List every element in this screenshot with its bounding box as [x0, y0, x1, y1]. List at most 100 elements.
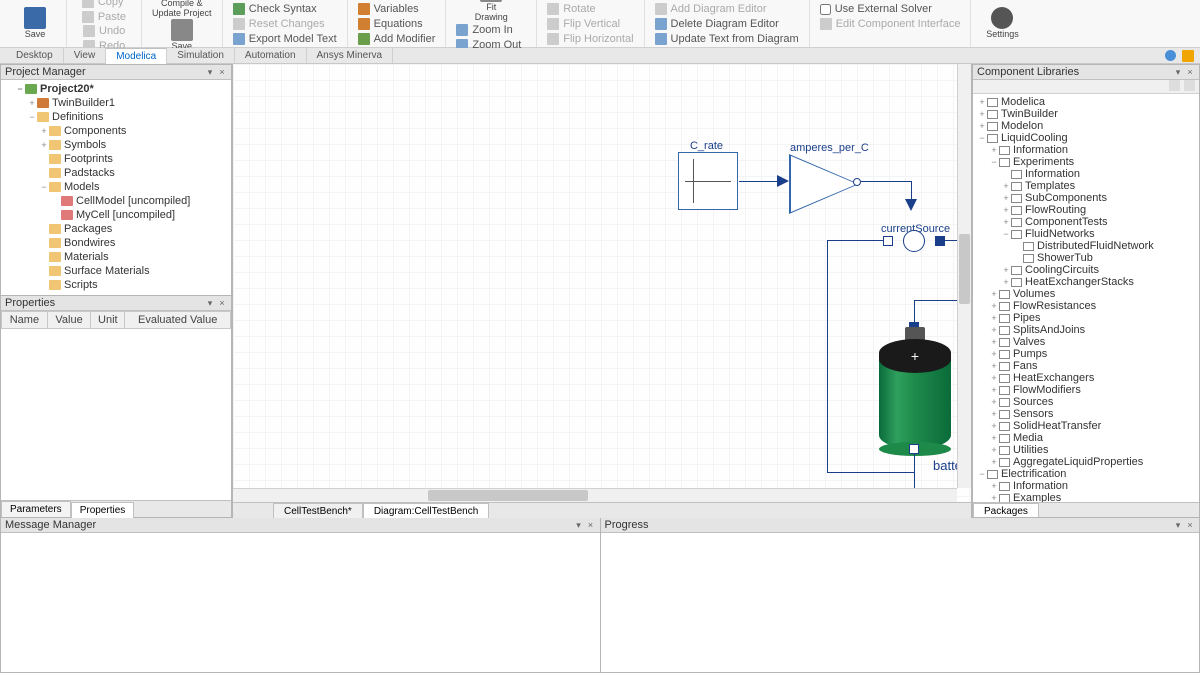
expand-icon[interactable]: − — [1001, 229, 1011, 239]
project-tree[interactable]: −Project20* +TwinBuilder1 −Definitions +… — [1, 80, 231, 294]
expand-icon[interactable]: + — [1001, 265, 1011, 275]
expand-icon[interactable]: + — [989, 457, 999, 467]
tab-simulation[interactable]: Simulation — [167, 48, 235, 63]
expand-icon[interactable]: + — [989, 493, 999, 502]
expand-icon[interactable]: − — [27, 112, 37, 122]
col-name[interactable]: Name — [2, 312, 48, 329]
expand-icon[interactable]: + — [989, 145, 999, 155]
col-value[interactable]: Value — [47, 312, 90, 329]
check-syntax-button[interactable]: Check Syntax — [229, 2, 341, 16]
refresh-icon[interactable] — [1169, 80, 1180, 91]
library-item[interactable]: +Sensors — [975, 408, 1197, 420]
zoom-in-button[interactable]: Zoom In — [452, 23, 530, 37]
expand-icon[interactable]: + — [989, 337, 999, 347]
expand-icon[interactable]: + — [989, 373, 999, 383]
library-item[interactable]: +FlowResistances — [975, 300, 1197, 312]
library-item[interactable]: +Examples — [975, 492, 1197, 502]
library-item[interactable]: +Pipes — [975, 312, 1197, 324]
expand-icon[interactable]: + — [1001, 181, 1011, 191]
col-evaluated[interactable]: Evaluated Value — [125, 312, 231, 329]
expand-icon[interactable]: + — [27, 98, 37, 108]
library-item[interactable]: −LiquidCooling — [975, 132, 1197, 144]
library-item[interactable]: +FlowRouting — [975, 204, 1197, 216]
library-item[interactable]: +FlowModifiers — [975, 384, 1197, 396]
expand-icon[interactable]: + — [989, 325, 999, 335]
pin-icon[interactable]: ▾ — [1173, 67, 1183, 77]
library-item[interactable]: +Utilities — [975, 444, 1197, 456]
library-item[interactable]: +Information — [975, 480, 1197, 492]
port-node[interactable] — [935, 236, 945, 246]
library-item[interactable]: Information — [975, 168, 1197, 180]
library-item[interactable]: −Electrification — [975, 468, 1197, 480]
diagram-canvas[interactable]: C_rate amperes_per_C currentSource — [233, 64, 971, 502]
update-text-button[interactable]: Update Text from Diagram — [651, 32, 803, 46]
expand-icon[interactable]: + — [39, 140, 49, 150]
add-diagram-button[interactable]: Add Diagram Editor — [651, 2, 803, 16]
library-item[interactable]: +HeatExchangers — [975, 372, 1197, 384]
edit-interface-button[interactable]: Edit Component Interface — [816, 17, 965, 31]
pin-icon[interactable]: ▾ — [205, 67, 215, 77]
tab-desktop[interactable]: Desktop — [6, 48, 64, 63]
rotate-button[interactable]: Rotate — [543, 2, 637, 16]
library-item[interactable]: ShowerTub — [975, 252, 1197, 264]
properties-table[interactable]: Name Value Unit Evaluated Value — [1, 311, 231, 329]
col-unit[interactable]: Unit — [91, 312, 125, 329]
fit-drawing-button[interactable]: Fit Drawing — [471, 0, 511, 23]
library-item[interactable]: +AggregateLiquidProperties — [975, 456, 1197, 468]
library-item[interactable]: +Valves — [975, 336, 1197, 348]
undo-button[interactable]: Undo — [79, 24, 135, 38]
help-icon[interactable] — [1165, 50, 1176, 61]
add-modifier-button[interactable]: Add Modifier — [354, 32, 440, 46]
expand-icon[interactable]: + — [1001, 217, 1011, 227]
flip-vertical-button[interactable]: Flip Vertical — [543, 17, 637, 31]
expand-icon[interactable]: + — [989, 481, 999, 491]
expand-icon[interactable]: − — [15, 84, 25, 94]
expand-icon[interactable]: + — [989, 289, 999, 299]
expand-icon[interactable]: − — [977, 133, 987, 143]
c-rate-block[interactable] — [678, 152, 738, 210]
expand-icon[interactable]: + — [989, 313, 999, 323]
library-item[interactable]: +CoolingCircuits — [975, 264, 1197, 276]
equations-button[interactable]: Equations — [354, 17, 440, 31]
paste-button[interactable]: Paste — [78, 10, 130, 24]
pin-icon[interactable]: ▾ — [574, 520, 584, 530]
expand-icon[interactable]: + — [989, 385, 999, 395]
expand-icon[interactable]: − — [39, 182, 49, 192]
expand-icon[interactable]: + — [989, 445, 999, 455]
flip-horizontal-button[interactable]: Flip Horizontal — [543, 32, 637, 46]
compile-button[interactable]: Compile & Update Project — [152, 0, 212, 19]
library-item[interactable]: +Templates — [975, 180, 1197, 192]
expand-icon[interactable]: − — [989, 157, 999, 167]
close-icon[interactable]: × — [217, 298, 227, 308]
pin-icon[interactable]: ▾ — [1173, 520, 1183, 530]
close-icon[interactable]: × — [586, 520, 596, 530]
library-item[interactable]: +Pumps — [975, 348, 1197, 360]
close-icon[interactable]: × — [217, 67, 227, 77]
library-tree[interactable]: +Modelica+TwinBuilder+Modelon−LiquidCool… — [973, 94, 1199, 502]
gain-block[interactable] — [789, 154, 859, 214]
settings-button[interactable]: Settings — [977, 7, 1027, 40]
battery-block[interactable] — [879, 339, 951, 449]
scrollbar-horizontal[interactable] — [233, 488, 957, 502]
close-icon[interactable]: × — [1185, 520, 1195, 530]
canvas-tab-celltestbench[interactable]: CellTestBench* — [273, 503, 363, 519]
scrollbar-vertical[interactable] — [957, 64, 971, 488]
external-solver-checkbox[interactable]: Use External Solver — [816, 2, 965, 16]
expand-icon[interactable]: − — [977, 469, 987, 479]
library-item[interactable]: +Information — [975, 144, 1197, 156]
expand-icon[interactable]: + — [1001, 205, 1011, 215]
expand-icon[interactable]: + — [977, 109, 987, 119]
tab-properties[interactable]: Properties — [71, 502, 135, 518]
library-item[interactable]: DistributedFluidNetwork — [975, 240, 1197, 252]
variables-button[interactable]: Variables — [354, 2, 440, 16]
expand-icon[interactable]: + — [977, 121, 987, 131]
library-item[interactable]: +Fans — [975, 360, 1197, 372]
copy-button[interactable]: Copy — [78, 0, 130, 9]
expand-icon[interactable]: + — [989, 397, 999, 407]
delete-diagram-button[interactable]: Delete Diagram Editor — [651, 17, 803, 31]
close-icon[interactable]: × — [1185, 67, 1195, 77]
save-button[interactable]: Save — [10, 7, 60, 40]
expand-icon[interactable]: + — [989, 409, 999, 419]
expand-icon[interactable]: + — [989, 349, 999, 359]
library-item[interactable]: +SolidHeatTransfer — [975, 420, 1197, 432]
